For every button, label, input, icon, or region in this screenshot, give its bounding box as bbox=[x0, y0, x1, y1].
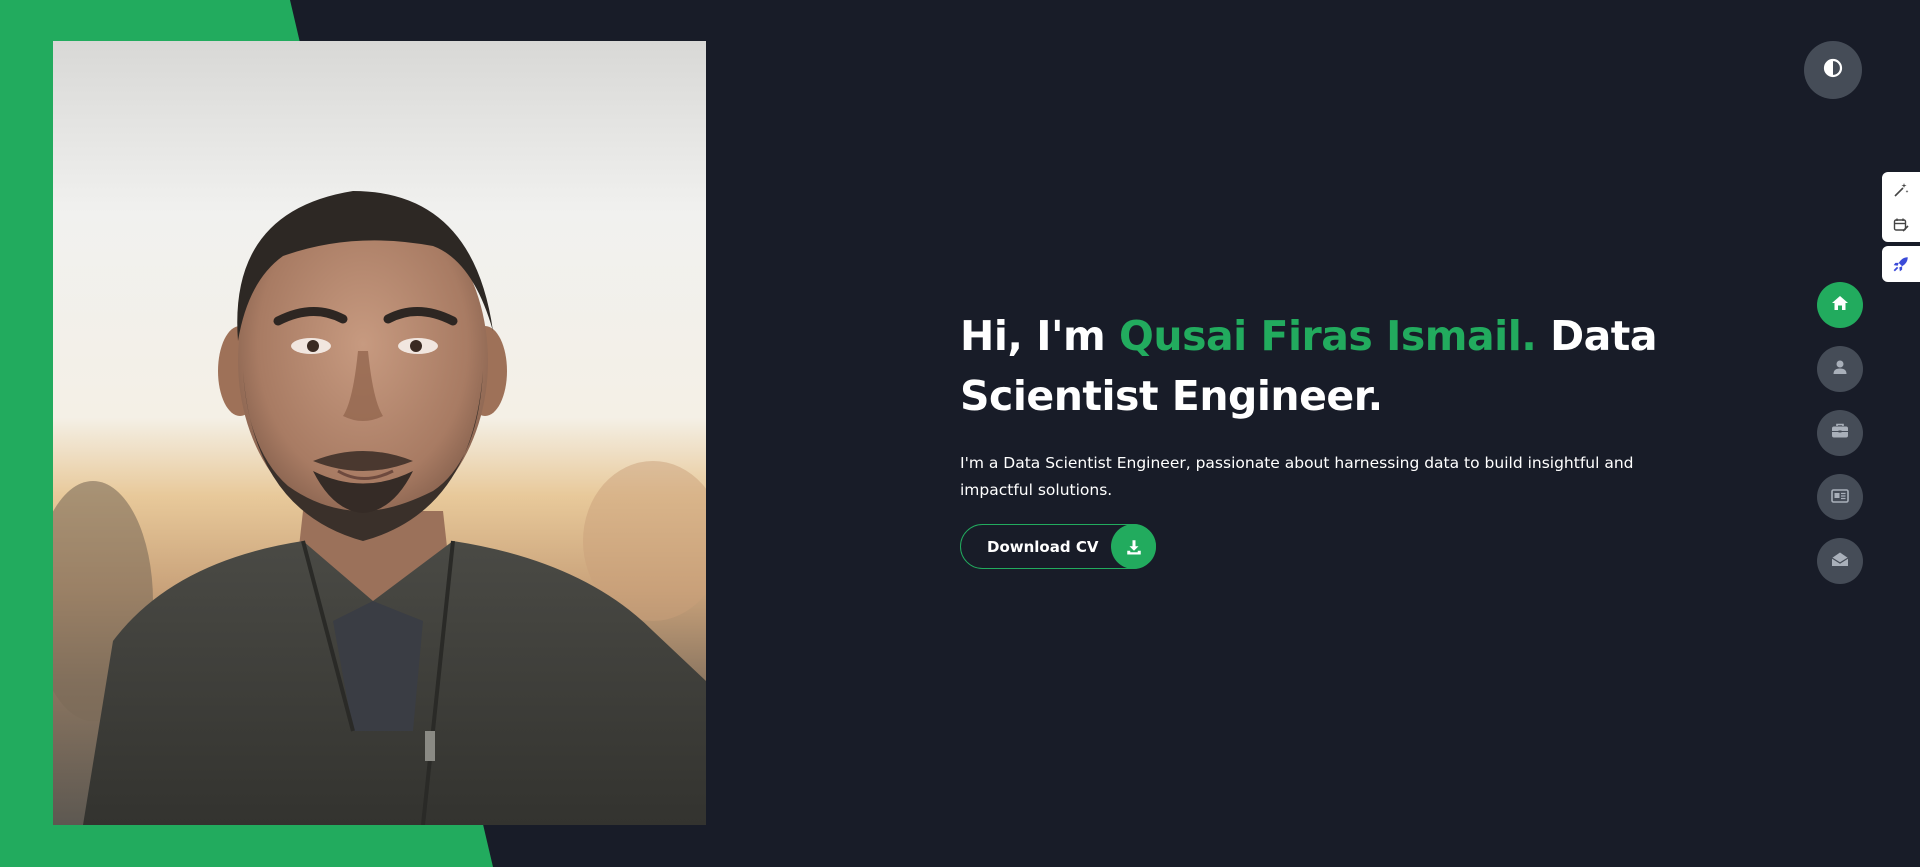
hero-name: Qusai Firas Ismail. bbox=[1119, 312, 1537, 360]
floating-tools-panel bbox=[1882, 172, 1920, 242]
hero-title: Hi, I'm Qusai Firas Ismail. Data Scienti… bbox=[960, 306, 1680, 426]
hero-section: Hi, I'm Qusai Firas Ismail. Data Scienti… bbox=[960, 306, 1680, 569]
side-navigation bbox=[1817, 282, 1863, 584]
newspaper-icon bbox=[1831, 488, 1849, 507]
nav-portfolio[interactable] bbox=[1817, 410, 1863, 456]
rocket-icon[interactable] bbox=[1889, 252, 1913, 276]
hero-description: I'm a Data Scientist Engineer, passionat… bbox=[960, 454, 1634, 499]
nav-home[interactable] bbox=[1817, 282, 1863, 328]
theme-toggle-button[interactable] bbox=[1804, 41, 1862, 99]
nav-contact[interactable] bbox=[1817, 538, 1863, 584]
home-icon bbox=[1831, 294, 1849, 316]
nav-blog[interactable] bbox=[1817, 474, 1863, 520]
hero-greeting: Hi, I'm bbox=[960, 312, 1106, 360]
profile-photo bbox=[53, 41, 706, 825]
nav-about[interactable] bbox=[1817, 346, 1863, 392]
briefcase-icon bbox=[1831, 423, 1849, 443]
calendar-edit-icon[interactable] bbox=[1889, 213, 1913, 237]
floating-rocket-tab bbox=[1882, 246, 1920, 282]
magic-wand-icon[interactable] bbox=[1889, 178, 1913, 202]
user-icon bbox=[1832, 359, 1848, 379]
download-cv-label: Download CV bbox=[987, 537, 1099, 556]
download-icon bbox=[1111, 524, 1156, 569]
download-cv-button[interactable]: Download CV bbox=[960, 524, 1156, 569]
page: Hi, I'm Qusai Firas Ismail. Data Scienti… bbox=[0, 0, 1920, 867]
half-circle-contrast-icon bbox=[1823, 58, 1843, 82]
envelope-open-icon bbox=[1831, 551, 1849, 571]
